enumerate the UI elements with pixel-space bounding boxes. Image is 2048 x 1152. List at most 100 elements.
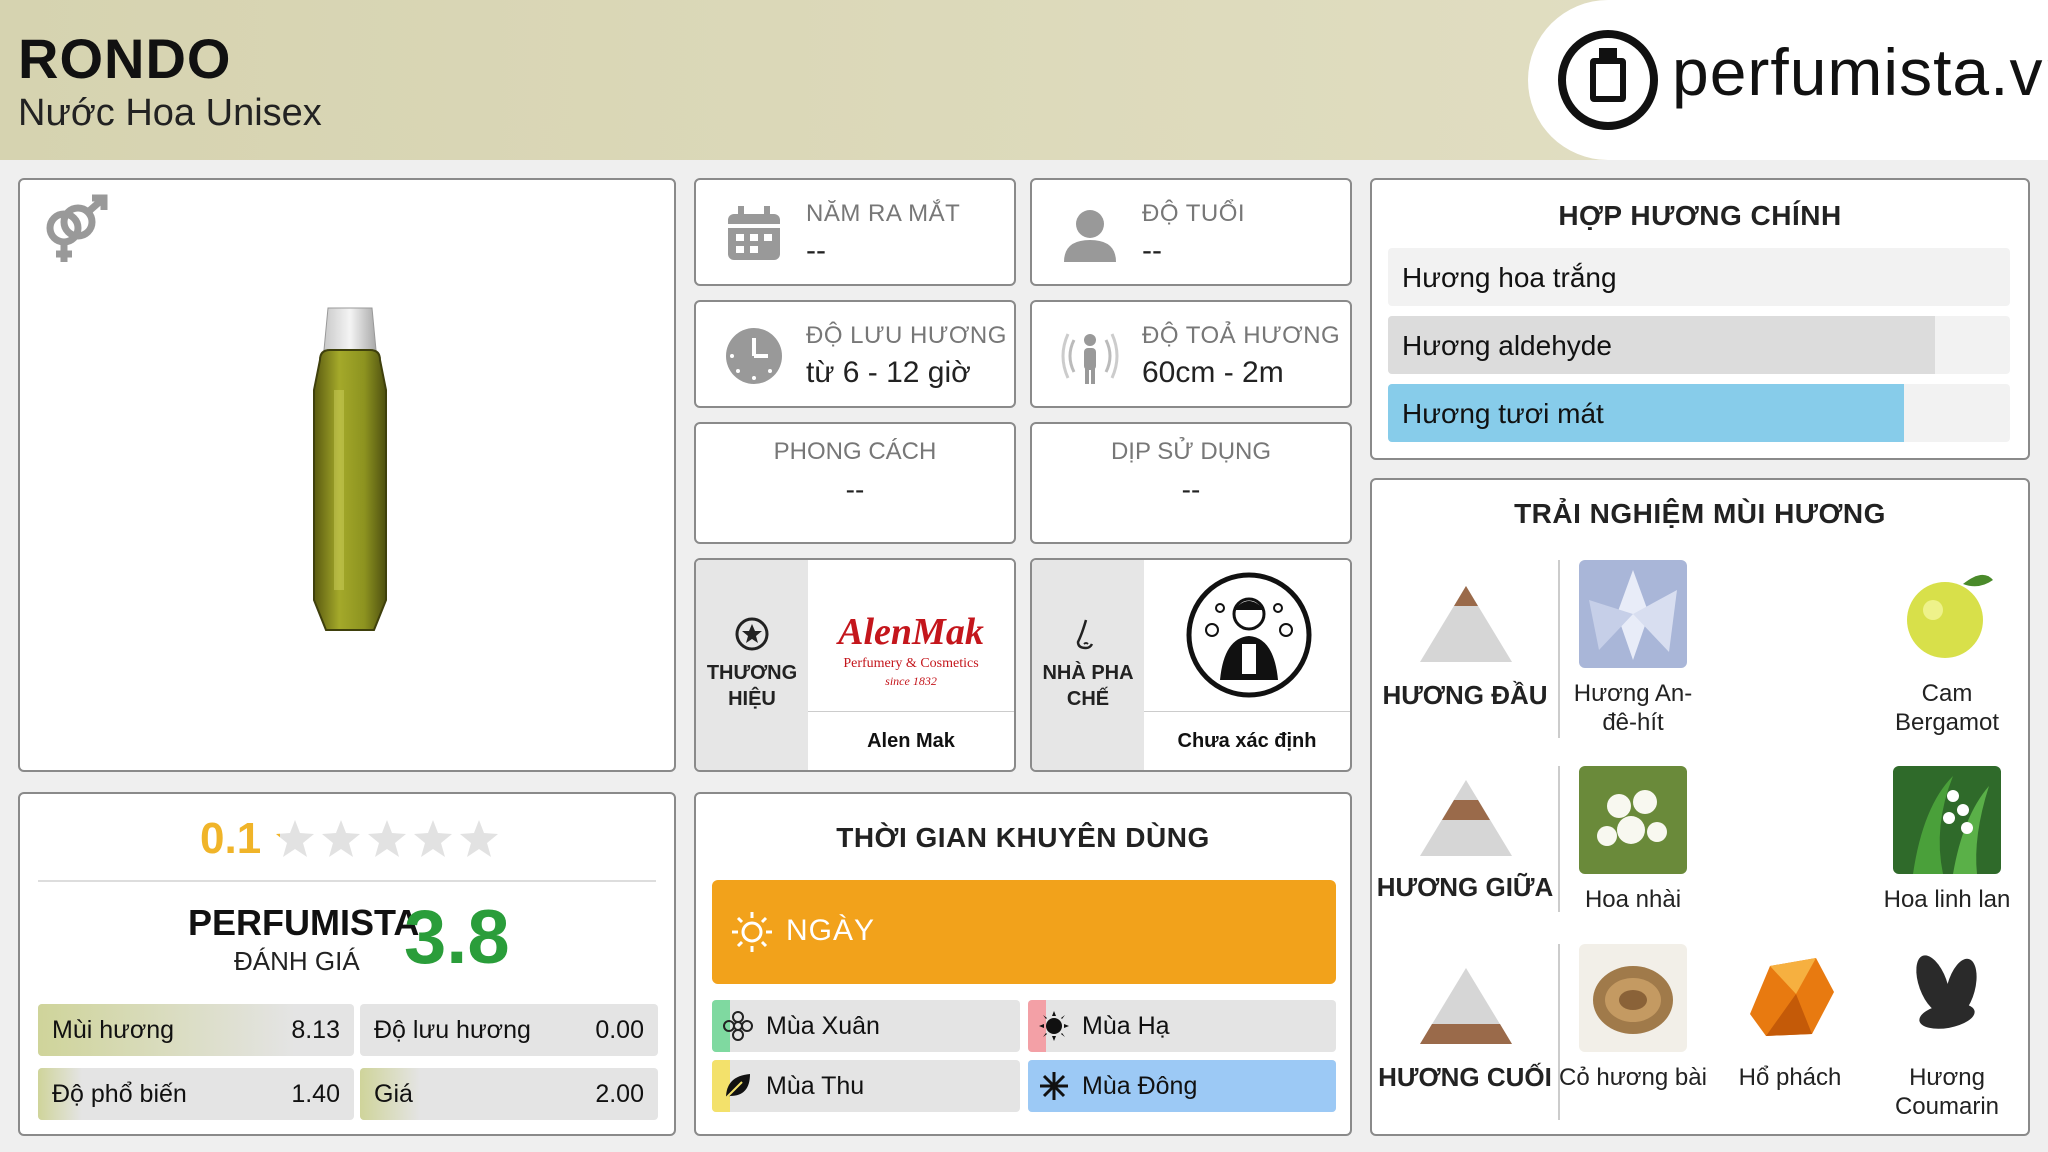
metric-longevity: Độ lưu hương 0.00 (360, 1004, 658, 1056)
nose-icon (1076, 619, 1094, 650)
style-label: PHONG CÁCH (773, 438, 937, 465)
note-name: Hương Coumarin (1894, 1064, 2000, 1120)
calendar-icon (728, 206, 780, 260)
perfumer-placeholder-icon (1186, 572, 1312, 698)
metric-popularity: Độ phổ biến 1.40 (38, 1068, 354, 1120)
accord-label: Hương tươi mát (1402, 398, 1604, 429)
radiating-person-icon (1061, 333, 1119, 384)
note-bergamot[interactable]: Cam Bergamot (1872, 560, 2022, 737)
brand-logo-wordmark: AlenMak (838, 611, 984, 653)
note-name: Hoa linh lan (1883, 886, 2011, 913)
product-image-card (18, 178, 676, 772)
brand-logo-image: AlenMak Perfumery & Cosmetics since 1832 (808, 560, 1014, 712)
jasmine-icon (1579, 766, 1687, 874)
clock-icon (726, 328, 782, 384)
time-of-use-card: THỜI GIAN KHUYÊN DÙNG NGÀY Mùa Xuân Mùa … (694, 792, 1352, 1136)
sillage-label: ĐỘ TOẢ HƯƠNG (1142, 322, 1341, 349)
age-label: ĐỘ TUỔI (1142, 200, 1246, 227)
middle-notes-label: HƯƠNG GIỮA (1376, 872, 1554, 902)
note-coumarin[interactable]: Hương Coumarin (1872, 944, 2022, 1121)
accord-row: Hương tươi mát (1388, 384, 2010, 442)
star-badge-icon (735, 617, 769, 651)
perfumer-image (1144, 560, 1350, 712)
day-label: NGÀY (786, 914, 876, 947)
brand-logo-since: since 1832 (885, 674, 937, 688)
occasion-label: DỊP SỬ DỤNG (1110, 438, 1272, 465)
longevity-card: ĐỘ LƯU HƯƠNG từ 6 - 12 giờ (694, 300, 1016, 408)
day-bar: NGÀY (712, 880, 1336, 984)
flower-icon (723, 1011, 753, 1041)
note-name: Cam Bergamot (1894, 680, 2000, 736)
accord-row: Hương hoa trắng (1388, 248, 2010, 306)
metric-value: 1.40 (291, 1080, 340, 1108)
brand-logo-tagline: Perfumery & Cosmetics (843, 656, 979, 671)
sillage-card: ĐỘ TOẢ HƯƠNG 60cm - 2m (1030, 300, 1352, 408)
metric-label: Độ lưu hương (374, 1016, 531, 1044)
metric-scent: Mùi hương 8.13 (38, 1004, 354, 1056)
star-icon (414, 820, 452, 857)
star-icon (368, 820, 406, 857)
lily-of-the-valley-icon (1893, 766, 2001, 874)
person-icon (1064, 210, 1116, 262)
season-label: Mùa Xuân (766, 1012, 880, 1040)
leaf-icon (725, 1074, 750, 1099)
top-notes-label: HƯƠNG ĐẦU (1382, 680, 1548, 710)
release-year-value: -- (806, 234, 826, 267)
season-spring: Mùa Xuân (712, 1000, 1020, 1052)
note-aldehyde[interactable]: Hương An-đê-hít (1558, 560, 1708, 737)
note-amber[interactable]: Hổ phách (1715, 944, 1865, 1092)
perfume-bottle-image (313, 307, 387, 631)
note-name: Hương An-đê-hít (1573, 680, 1693, 736)
release-year-card: NĂM RA MẮT -- (694, 178, 1016, 286)
metric-label: Giá (374, 1080, 413, 1108)
note-vetiver[interactable]: Cỏ hương bài (1558, 944, 1708, 1092)
tonka-bean-icon (1893, 944, 2001, 1052)
scent-notes-card: TRẢI NGHIỆM MÙI HƯƠNG HƯƠNG ĐẦU Hương An… (1370, 478, 2030, 1136)
sun-icon (732, 912, 772, 952)
product-subtitle: Nước Hoa Unisex (18, 92, 322, 134)
release-year-label: NĂM RA MẮT (806, 200, 961, 227)
metric-label: Độ phổ biến (52, 1080, 187, 1108)
brand-name: Alen Mak (867, 730, 955, 752)
season-label: Mùa Đông (1082, 1072, 1198, 1100)
season-winter: Mùa Đông (1028, 1060, 1336, 1112)
note-jasmine[interactable]: Hoa nhài (1558, 766, 1708, 914)
perfumer-card[interactable]: NHÀ PHA CHẾ Chưa xác định (1030, 558, 1352, 772)
perfumista-score: 3.8 (404, 895, 510, 980)
perfumer-label: NHÀ PHA CHẾ (1042, 662, 1134, 710)
user-rating-score: 0.1 (200, 814, 262, 863)
user-rating-stars[interactable] (274, 818, 500, 862)
perfumista-label: PERFUMISTA (188, 902, 420, 943)
pyramid-top-icon (1420, 586, 1512, 662)
logo-text: perfumista.vn (1672, 35, 2048, 109)
accord-label: Hương aldehyde (1402, 330, 1612, 361)
brand-logo[interactable]: perfumista.vn (1528, 0, 2048, 160)
note-name: Hoa nhài (1584, 886, 1682, 913)
product-title: RONDO (18, 27, 232, 90)
base-notes-label: HƯƠNG CUỐI (1378, 1062, 1552, 1092)
style-card: PHONG CÁCH -- (694, 422, 1016, 544)
longevity-value: từ 6 - 12 giờ (806, 356, 971, 389)
note-lily-of-the-valley[interactable]: Hoa linh lan (1872, 766, 2022, 914)
brand-card[interactable]: THƯƠNG HIỆU AlenMak Perfumery & Cosmetics… (694, 558, 1016, 772)
metric-value: 2.00 (595, 1080, 644, 1108)
age-value: -- (1142, 234, 1162, 267)
accord-row: Hương aldehyde (1388, 316, 2010, 374)
style-value: -- (845, 474, 865, 505)
season-label: Mùa Hạ (1082, 1012, 1170, 1040)
star-icon (460, 820, 498, 857)
brand-label: THƯƠNG HIỆU (706, 662, 798, 710)
age-card: ĐỘ TUỔI -- (1030, 178, 1352, 286)
occasion-card: DỊP SỬ DỤNG -- (1030, 422, 1352, 544)
rating-card: 0.1 PERFUMISTA ĐÁNH GIÁ 3.8 Mùi hương 8.… (18, 792, 676, 1136)
vetiver-icon (1579, 944, 1687, 1052)
aldehyde-crystal-icon (1579, 560, 1687, 668)
sillage-value: 60cm - 2m (1142, 356, 1284, 389)
season-summer: Mùa Hạ (1028, 1000, 1336, 1052)
rating-divider (38, 880, 656, 882)
season-label: Mùa Thu (766, 1072, 865, 1100)
unisex-gender-icon (46, 194, 108, 262)
note-name: Hổ phách (1738, 1064, 1842, 1091)
note-name: Cỏ hương bài (1559, 1064, 1707, 1091)
season-autumn: Mùa Thu (712, 1060, 1020, 1112)
